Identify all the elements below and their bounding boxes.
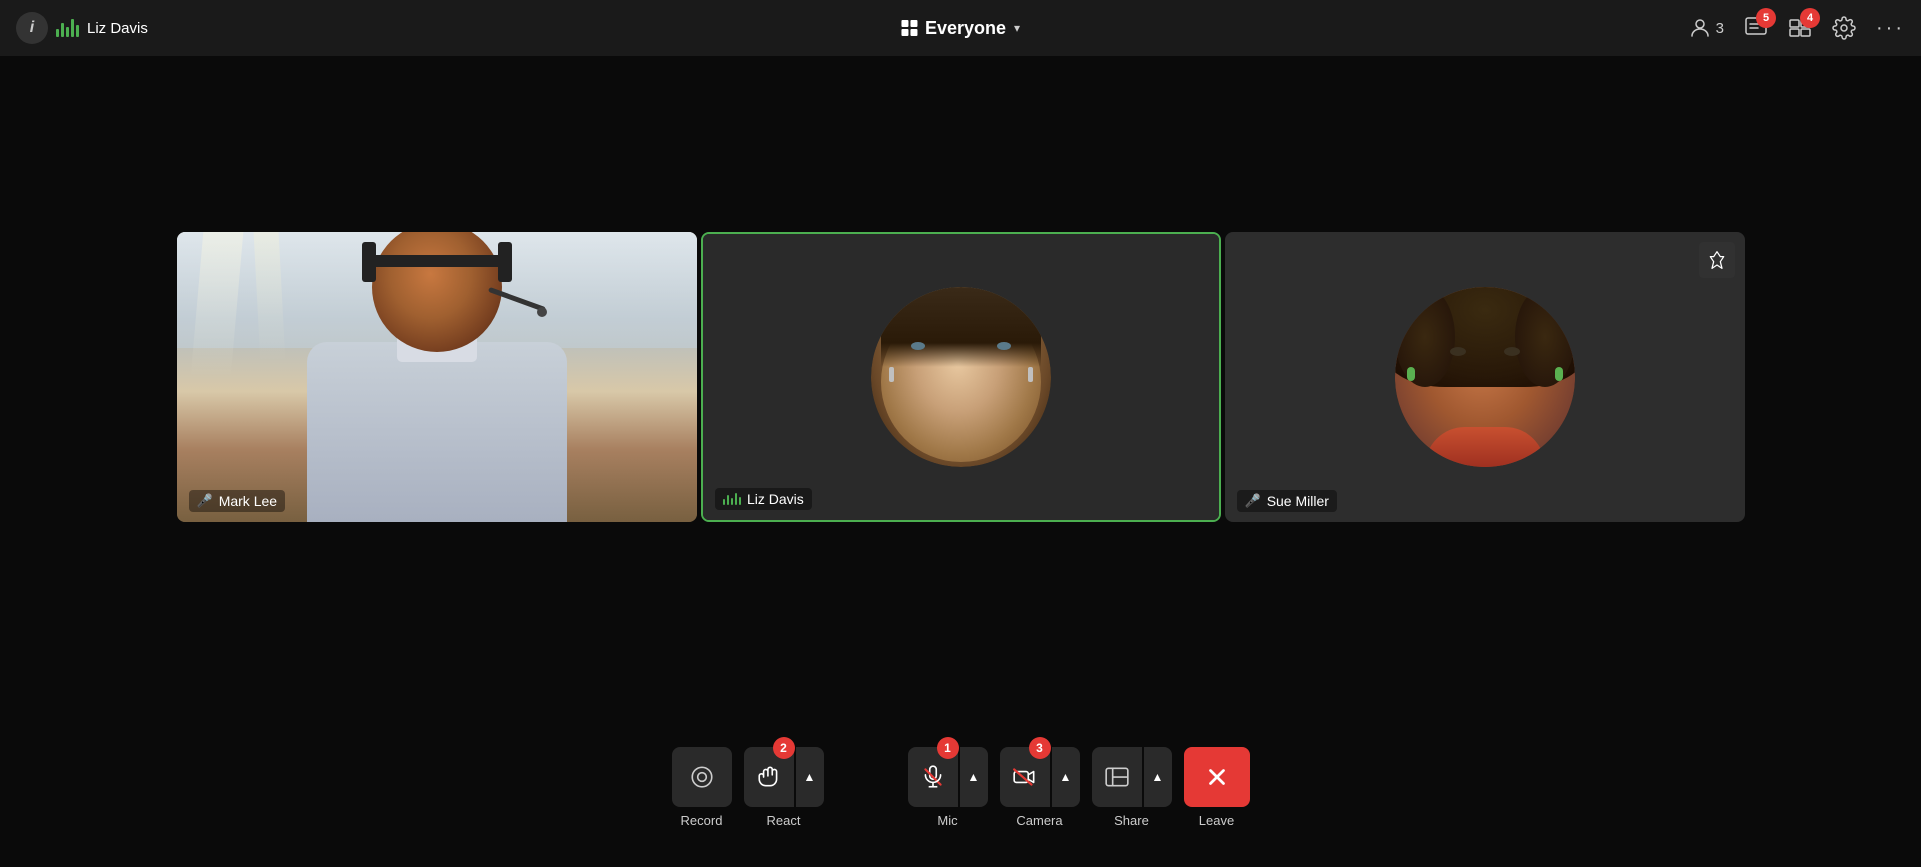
pin-icon: [1707, 250, 1727, 270]
audio-bar-5: [76, 25, 79, 37]
mark-lee-label: 🎤 Mark Lee: [189, 490, 286, 512]
more-icon: ···: [1876, 17, 1905, 40]
record-button[interactable]: [672, 747, 732, 807]
sue-avatar-circle: [1395, 287, 1575, 467]
audio-bar-1: [56, 29, 59, 37]
liz-davis-label: Liz Davis: [715, 488, 812, 510]
sue-miller-label: 🎤 Sue Miller: [1237, 490, 1337, 512]
share-expand-button[interactable]: ▲: [1144, 747, 1172, 807]
camera-expand-button[interactable]: ▲: [1052, 747, 1080, 807]
react-expand-button[interactable]: ▲: [796, 747, 824, 807]
participants-button[interactable]: 3: [1688, 16, 1724, 40]
mark-lee-video: [177, 232, 697, 522]
share-group: ▲ Share: [1092, 747, 1172, 828]
gear-icon: [1832, 16, 1856, 40]
leave-icon: [1204, 764, 1230, 790]
header-bar: i Liz Davis Everyone ▾: [0, 0, 1921, 56]
share-btn-row: ▲: [1092, 747, 1172, 807]
everyone-label[interactable]: Everyone: [925, 18, 1006, 39]
video-grid: 🎤 Mark Lee: [0, 56, 1921, 697]
sue-miller-video: [1225, 232, 1745, 522]
audio-bars: [56, 19, 79, 37]
header-right: 3 5 4: [1688, 16, 1905, 40]
camera-group: 3 ▲ Camera: [1000, 747, 1080, 828]
mic-badge: 1: [937, 737, 959, 759]
grid-icon: [901, 20, 917, 36]
chat-badge: 5: [1756, 8, 1776, 28]
record-group: Record: [672, 747, 732, 828]
mic-expand-button[interactable]: ▲: [960, 747, 988, 807]
leave-label: Leave: [1199, 813, 1234, 828]
tile-sue-miller[interactable]: 🎤 Sue Miller: [1225, 232, 1745, 522]
pin-button[interactable]: [1699, 242, 1735, 278]
toolbar: Record 2 ▲ React 1: [0, 707, 1921, 867]
mic-label: Mic: [937, 813, 957, 828]
audio-bar-4: [71, 19, 74, 37]
reactions-badge: 4: [1800, 8, 1820, 28]
liz-avatar-circle: [871, 287, 1051, 467]
react-badge: 2: [773, 737, 795, 759]
react-label: React: [767, 813, 801, 828]
mark-lee-name: Mark Lee: [219, 493, 277, 509]
tile-liz-davis[interactable]: Liz Davis: [701, 232, 1221, 522]
sue-avatar-image: [1395, 287, 1575, 467]
camera-label: Camera: [1016, 813, 1062, 828]
settings-button[interactable]: [1832, 16, 1856, 40]
mic-group: 1 ▲ Mic: [908, 747, 988, 828]
mark-lee-mute-icon: 🎤: [197, 493, 213, 509]
header-left: i Liz Davis: [16, 12, 1688, 44]
header-user-name: Liz Davis: [87, 20, 148, 37]
leave-button[interactable]: [1184, 747, 1250, 807]
sue-miller-mute-icon: 🎤: [1245, 493, 1261, 509]
liz-speaking-bars: [723, 493, 742, 505]
sue-miller-name: Sue Miller: [1267, 493, 1329, 509]
chat-button[interactable]: 5: [1744, 16, 1768, 40]
share-icon: [1104, 764, 1130, 790]
camera-icon: [1012, 764, 1038, 790]
everyone-group-icon: [901, 20, 917, 36]
person-icon: [1688, 16, 1712, 40]
tile-mark-lee[interactable]: 🎤 Mark Lee: [177, 232, 697, 522]
record-label: Record: [681, 813, 723, 828]
info-icon[interactable]: i: [16, 12, 48, 44]
everyone-dropdown-arrow[interactable]: ▾: [1014, 21, 1020, 35]
react-group: 2 ▲ React: [744, 747, 824, 828]
mic-icon: [920, 764, 946, 790]
breakout-button[interactable]: 4: [1788, 16, 1812, 40]
react-icon: [756, 764, 782, 790]
participant-count: 3: [1716, 20, 1724, 37]
record-icon: [689, 764, 715, 790]
share-label: Share: [1114, 813, 1149, 828]
liz-avatar-image: [871, 287, 1051, 467]
share-button[interactable]: [1092, 747, 1142, 807]
leave-group: Leave: [1184, 747, 1250, 828]
audio-bar-2: [61, 23, 64, 37]
audio-bar-3: [66, 27, 69, 37]
header-center: Everyone ▾: [901, 18, 1020, 39]
liz-davis-video: [703, 234, 1219, 520]
more-button[interactable]: ···: [1876, 17, 1905, 40]
liz-davis-name: Liz Davis: [747, 491, 804, 507]
camera-badge: 3: [1029, 737, 1051, 759]
